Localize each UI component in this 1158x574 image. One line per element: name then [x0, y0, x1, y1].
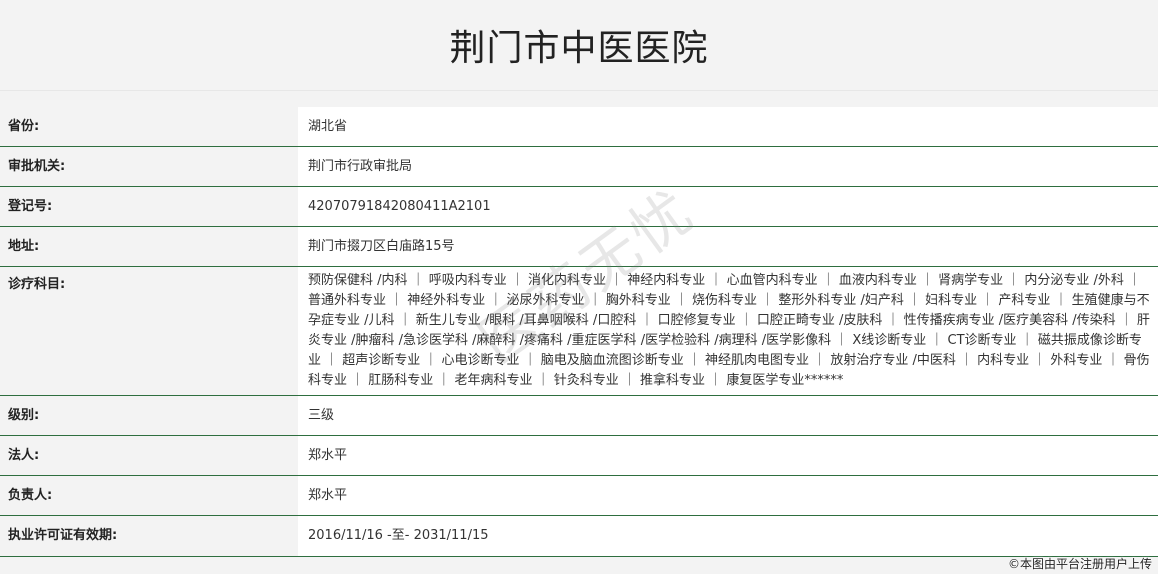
table-row: 地址: 荆门市掇刀区白庙路15号 [0, 226, 1158, 267]
legal-person-value: 郑水平 [298, 435, 1158, 476]
departments-value: 预防保健科 /内科 ｜ 呼吸内科专业 ｜ 消化内科专业 ｜ 神经内科专业 ｜ 心… [298, 266, 1158, 396]
legal-person-label: 法人: [0, 435, 298, 476]
page-title: 荆门市中医医院 [449, 28, 709, 69]
approval-authority-label: 审批机关: [0, 146, 298, 187]
table-row: 省份: 湖北省 [0, 107, 1158, 147]
copyright-notice: ©本图由平台注册用户上传 [1007, 557, 1152, 571]
registration-number-label: 登记号: [0, 186, 298, 227]
departments-label: 诊疗科目: [0, 266, 298, 396]
table-row: 诊疗科目: 预防保健科 /内科 ｜ 呼吸内科专业 ｜ 消化内科专业 ｜ 神经内科… [0, 266, 1158, 396]
approval-authority-value: 荆门市行政审批局 [298, 146, 1158, 187]
info-table: 省份: 湖北省 审批机关: 荆门市行政审批局 登记号: 420707918420… [0, 107, 1158, 557]
table-row: 法人: 郑水平 [0, 435, 1158, 476]
province-value: 湖北省 [298, 107, 1158, 147]
level-value: 三级 [298, 395, 1158, 436]
license-validity-value: 2016/11/16 -至- 2031/11/15 [298, 515, 1158, 557]
registration-number-value: 42070791842080411A2101 [298, 186, 1158, 227]
table-row: 执业许可证有效期: 2016/11/16 -至- 2031/11/15 [0, 515, 1158, 557]
header: 荆门市中医医院 [0, 0, 1158, 91]
table-row: 登记号: 42070791842080411A2101 [0, 186, 1158, 227]
address-value: 荆门市掇刀区白庙路15号 [298, 226, 1158, 267]
person-in-charge-value: 郑水平 [298, 475, 1158, 516]
province-label: 省份: [0, 107, 298, 147]
license-validity-label: 执业许可证有效期: [0, 515, 298, 557]
table-row: 审批机关: 荆门市行政审批局 [0, 146, 1158, 187]
address-label: 地址: [0, 226, 298, 267]
page: 荆门市中医医院 省份: 湖北省 审批机关: 荆门市行政审批局 登记号: 4207… [0, 0, 1158, 574]
table-row: 负责人: 郑水平 [0, 475, 1158, 516]
person-in-charge-label: 负责人: [0, 475, 298, 516]
level-label: 级别: [0, 395, 298, 436]
table-row: 级别: 三级 [0, 395, 1158, 436]
